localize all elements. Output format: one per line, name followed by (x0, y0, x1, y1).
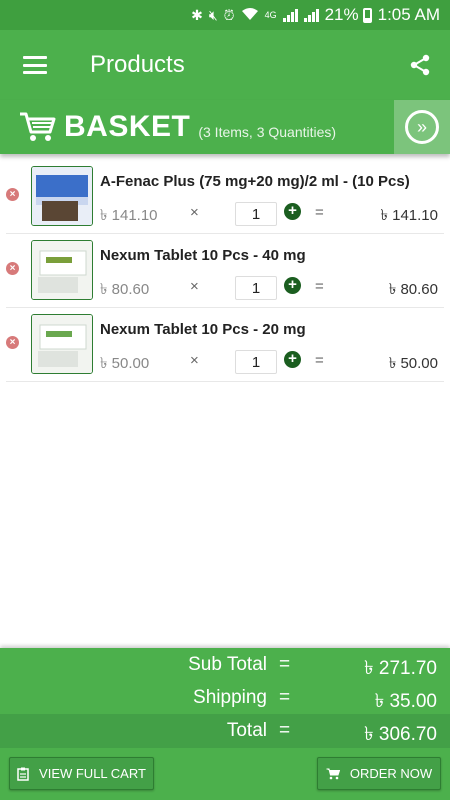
status-bar: ✱ 🔇︎ ⏰︎ 4G 21% 1:05 AM (0, 0, 450, 30)
bottom-action-bar: VIEW FULL CART ORDER NOW (0, 748, 450, 800)
equals-sign: = (315, 278, 324, 295)
battery-percent: 21% (324, 5, 359, 24)
menu-icon (23, 56, 47, 74)
basket-item: × A-Fenac Plus (75 mg+20 mg)/2 ml - (10 … (6, 160, 444, 234)
remove-item-button[interactable]: × (6, 336, 19, 349)
line-total: ৳ 141.10 (380, 207, 438, 224)
multiply-sign: × (190, 278, 199, 295)
quantity-input[interactable]: 1 (235, 350, 277, 374)
clock: 1:05 AM (377, 5, 440, 24)
basket-items: × A-Fenac Plus (75 mg+20 mg)/2 ml - (10 … (0, 160, 450, 382)
cart-icon (20, 112, 56, 141)
page-title: Products (90, 51, 185, 78)
status-icons: ✱ 🔇︎ ⏰︎ 4G (191, 7, 319, 24)
shipping-label: Shipping (193, 687, 267, 708)
share-button[interactable] (390, 30, 450, 100)
order-now-label: ORDER NOW (349, 766, 433, 781)
view-full-cart-label: VIEW FULL CART (39, 766, 146, 781)
unit-price: ৳ 50.00 (100, 355, 150, 372)
clipboard-icon (17, 767, 29, 781)
increase-quantity-button[interactable]: + (284, 351, 301, 368)
alarm-icon: ⏰︎ (223, 6, 235, 23)
total-label: Total (226, 720, 267, 741)
total-row: Total = ৳ 306.70 (0, 714, 450, 748)
increase-quantity-button[interactable]: + (284, 277, 301, 294)
signal-icon (282, 8, 298, 22)
share-icon (410, 54, 430, 76)
basket-item: × Nexum Tablet 10 Pcs - 40 mg ৳ 80.60 × … (6, 234, 444, 308)
multiply-sign: × (190, 352, 199, 369)
quantity-input[interactable]: 1 (235, 202, 277, 226)
basket-header: BASKET (3 Items, 3 Quantities) » (0, 100, 450, 154)
shipping-equals: = (279, 687, 291, 708)
product-name: Nexum Tablet 10 Pcs - 20 mg (100, 321, 306, 338)
multiply-sign: × (190, 204, 199, 221)
basket-item: × Nexum Tablet 10 Pcs - 20 mg ৳ 50.00 × … (6, 308, 444, 382)
subtotal-row: Sub Total = ৳ 271.70 (0, 648, 450, 681)
battery-icon (362, 7, 372, 23)
view-full-cart-button[interactable]: VIEW FULL CART (9, 757, 154, 790)
cart-icon (326, 768, 340, 779)
product-image (31, 314, 93, 374)
mute-icon: 🔇︎ (208, 6, 218, 23)
app-bar: Products (0, 30, 450, 100)
total-equals: = (279, 720, 291, 741)
order-summary: Sub Total = ৳ 271.70 Shipping = ৳ 35.00 … (0, 648, 450, 748)
basket-title: BASKET (64, 110, 191, 143)
basket-count: (3 Items, 3 Quantities) (198, 124, 337, 140)
order-now-button[interactable]: ORDER NOW (317, 757, 441, 790)
product-image (31, 166, 93, 226)
bluetooth-icon: ✱ (191, 6, 203, 23)
remove-item-button[interactable]: × (6, 262, 19, 275)
product-image (31, 240, 93, 300)
double-chevron-right-icon: » (405, 110, 439, 144)
wifi-icon (241, 7, 259, 24)
equals-sign: = (315, 204, 324, 221)
product-name: A-Fenac Plus (75 mg+20 mg)/2 ml - (10 Pc… (100, 173, 410, 190)
quantity-input[interactable]: 1 (235, 276, 277, 300)
line-total: ৳ 50.00 (388, 355, 438, 372)
line-total: ৳ 80.60 (388, 281, 438, 298)
remove-item-button[interactable]: × (6, 188, 19, 201)
increase-quantity-button[interactable]: + (284, 203, 301, 220)
unit-price: ৳ 80.60 (100, 281, 150, 298)
subtotal-label: Sub Total (188, 654, 267, 675)
subtotal-equals: = (279, 654, 291, 675)
basket-collapse-button[interactable]: » (394, 100, 450, 154)
signal-icon-2 (303, 8, 319, 22)
unit-price: ৳ 141.10 (100, 207, 158, 224)
product-name: Nexum Tablet 10 Pcs - 40 mg (100, 247, 306, 264)
network-type: 4G (264, 10, 277, 20)
shipping-row: Shipping = ৳ 35.00 (0, 681, 450, 714)
menu-button[interactable] (0, 30, 70, 100)
equals-sign: = (315, 352, 324, 369)
